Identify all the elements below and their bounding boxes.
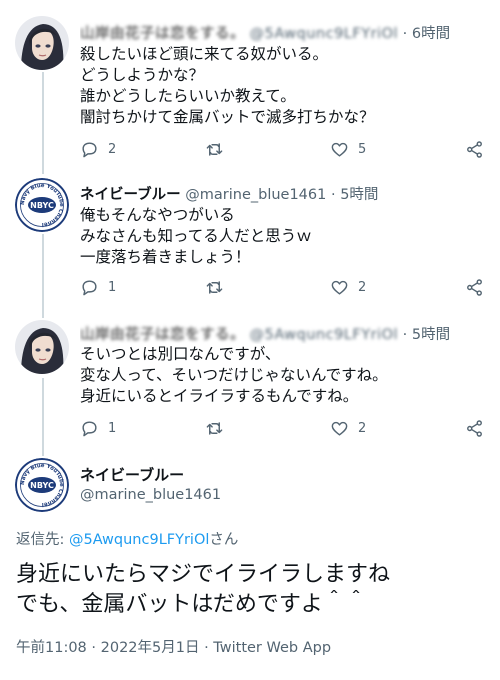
share-icon xyxy=(467,419,482,437)
thread-line xyxy=(42,72,44,174)
retweet-icon xyxy=(206,280,223,294)
retweet-button[interactable] xyxy=(205,276,233,298)
reply-to-label: 返信先: xyxy=(16,532,69,548)
display-name[interactable]: 山岸由花子は恋をする。 xyxy=(80,327,245,343)
avatar[interactable] xyxy=(15,16,69,70)
separator: · xyxy=(402,327,408,343)
reply-icon xyxy=(82,279,97,295)
avatar-nbyc-logo[interactable]: Navy Blue YouTube Channel NBYC xyxy=(15,458,69,512)
timestamp[interactable]: 5時間 xyxy=(412,327,450,343)
retweet-button[interactable] xyxy=(205,138,233,160)
reply-count: 1 xyxy=(108,420,117,436)
tweet-header: 山岸由花子は恋をする。 @5Awqunc9LFYriOl · 5時間 xyxy=(80,323,490,344)
tweet-header: 山岸由花子は恋をする。 @5Awqunc9LFYriOl · 6時間 xyxy=(80,22,490,43)
like-button[interactable]: 2 xyxy=(330,417,366,439)
handle[interactable]: @5Awqunc9LFYriOl xyxy=(250,327,398,343)
share-button[interactable] xyxy=(465,417,484,439)
tweet-metadata[interactable]: 午前11:08 · 2022年5月1日 · Twitter Web App xyxy=(16,636,331,657)
reply-button[interactable]: 1 xyxy=(80,276,116,298)
thread-line xyxy=(42,234,44,318)
like-icon xyxy=(331,142,348,157)
reply-to: 返信先: @5Awqunc9LFYriOlさん xyxy=(16,528,238,549)
reply-count: 1 xyxy=(108,279,117,295)
handle[interactable]: @marine_blue1461 xyxy=(185,187,326,203)
reply-to-suffix: さん xyxy=(209,532,239,548)
display-name[interactable]: ネイビーブルー xyxy=(80,187,181,203)
handle[interactable]: @5Awqunc9LFYriOl xyxy=(250,26,398,42)
main-tweet-text: 身近にいたらマジでイライラしますね でも、金属バットはだめですよ＾＾ xyxy=(16,562,391,617)
tweet-actions: 1 2 xyxy=(80,276,490,298)
retweet-icon xyxy=(206,421,223,435)
display-name[interactable]: ネイビーブルー xyxy=(80,464,184,485)
tweet-actions: 2 5 xyxy=(80,138,490,160)
like-count: 2 xyxy=(358,279,367,295)
share-button[interactable] xyxy=(465,138,484,160)
tweet-text: 殺したいほど頭に来てる奴がいる。 どうしようかな？ 誰かどうしたらいいか教えて。… xyxy=(80,45,375,126)
display-name[interactable]: 山岸由花子は恋をする。 xyxy=(80,26,245,42)
svg-text:NBYC: NBYC xyxy=(30,201,54,210)
reply-icon xyxy=(82,420,97,436)
like-button[interactable]: 2 xyxy=(330,276,366,298)
tweet-text: そいつとは別口なんですが、 変な人って、そいつだけじゃないんですね。 身近にいる… xyxy=(80,345,388,405)
like-icon xyxy=(331,280,348,295)
retweet-icon xyxy=(206,142,223,156)
svg-text:NBYC: NBYC xyxy=(30,481,54,490)
reply-button[interactable]: 2 xyxy=(80,138,116,160)
separator: · xyxy=(402,26,408,42)
reply-to-link[interactable]: @5Awqunc9LFYriOl xyxy=(69,532,209,548)
share-icon xyxy=(467,140,482,158)
timestamp[interactable]: 5時間 xyxy=(340,187,378,203)
tweet-actions: 1 2 xyxy=(80,417,490,439)
reply-count: 2 xyxy=(108,141,117,157)
share-button[interactable] xyxy=(465,276,484,298)
reply-button[interactable]: 1 xyxy=(80,417,116,439)
like-count: 5 xyxy=(358,141,367,157)
avatar[interactable] xyxy=(15,320,69,374)
reply-icon xyxy=(82,141,97,157)
separator: · xyxy=(330,187,336,203)
like-icon xyxy=(331,421,348,436)
thread-line xyxy=(42,378,44,456)
retweet-button[interactable] xyxy=(205,417,233,439)
tweet-text: 俺もそんなやつがいる みなさんも知ってる人だと思うｗ 一度落ち着きましょう！ xyxy=(80,206,312,266)
like-button[interactable]: 5 xyxy=(330,138,366,160)
avatar-nbyc-logo[interactable]: Navy Blue YouTube Channel NBYC xyxy=(15,178,69,232)
tweet-header: ネイビーブルー @marine_blue1461 · 5時間 xyxy=(80,183,490,204)
timestamp[interactable]: 6時間 xyxy=(412,26,450,42)
like-count: 2 xyxy=(358,420,367,436)
handle[interactable]: @marine_blue1461 xyxy=(80,487,221,503)
share-icon xyxy=(467,278,482,296)
